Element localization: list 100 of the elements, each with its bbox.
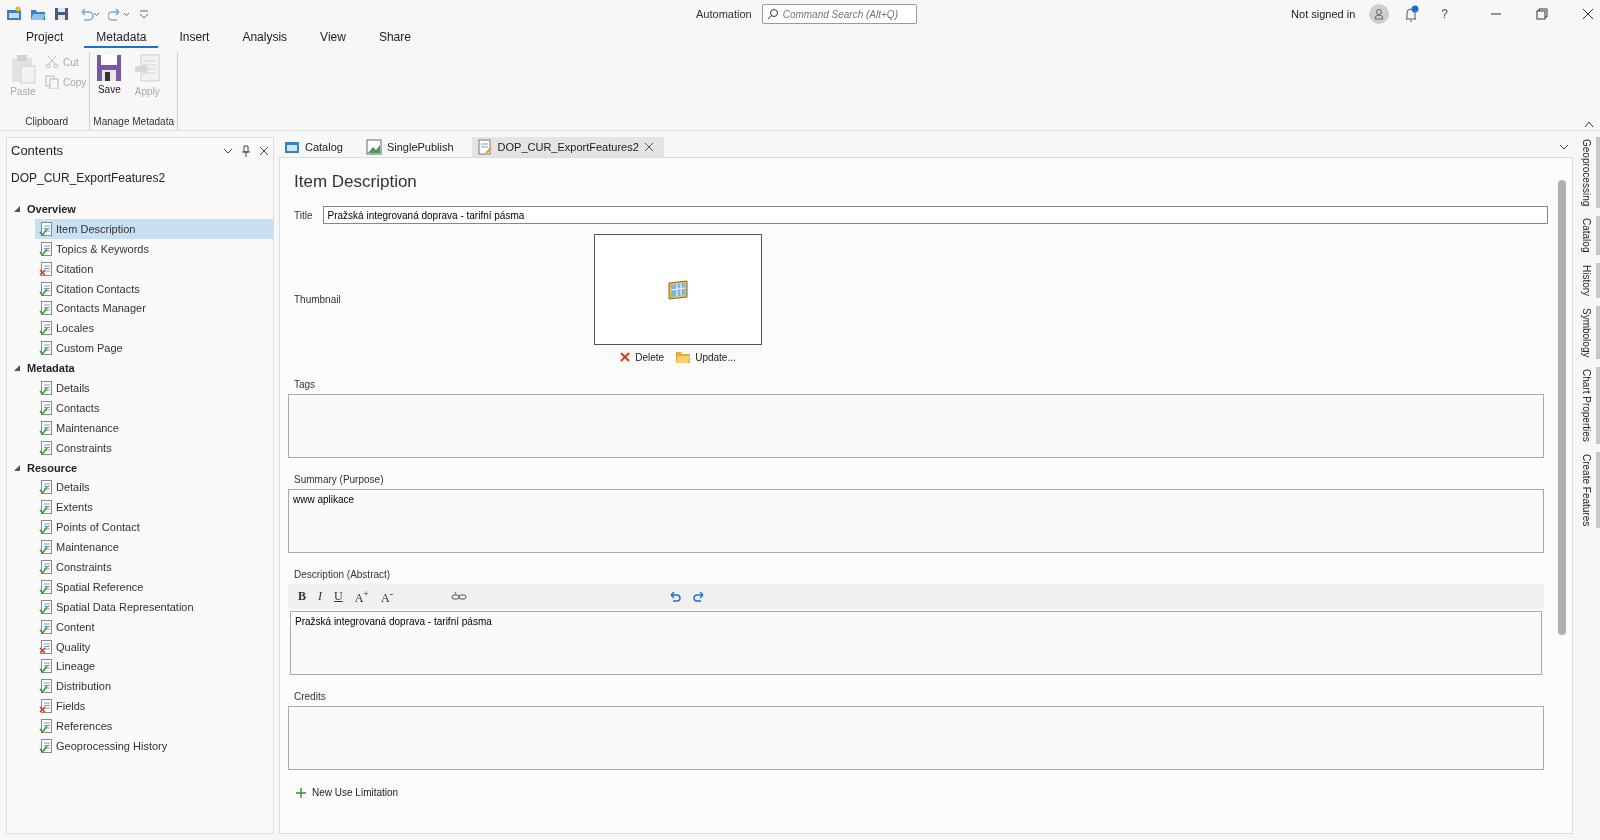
catalog-icon <box>284 139 300 155</box>
help-button[interactable]: ? <box>1433 7 1456 21</box>
tree-section[interactable]: Metadata <box>7 358 273 378</box>
document-check-icon <box>39 400 53 415</box>
copy-icon <box>45 75 59 89</box>
delete-x-icon <box>620 352 631 362</box>
redo-icon[interactable] <box>692 590 706 603</box>
ribbon-group-label: Manage Metadata <box>93 116 174 129</box>
title-field[interactable]: Pražská integrovaná doprava - tarifní pásma <box>322 206 1548 224</box>
search-icon <box>766 8 779 20</box>
tree-item[interactable]: Geoprocessing History <box>35 736 273 756</box>
tree-item[interactable]: Locales <box>35 318 273 339</box>
tree-item[interactable]: Details <box>35 378 273 398</box>
page-heading: Item Description <box>293 171 418 193</box>
text-area[interactable]: www aplikace <box>288 489 1544 553</box>
side-tab[interactable]: Create Features <box>1578 452 1600 529</box>
document-tab[interactable]: DOP_CUR_ExportFeatures2 <box>471 137 664 157</box>
tree-item[interactable]: Citation <box>35 258 273 279</box>
side-tab[interactable]: Catalog <box>1578 216 1600 255</box>
document-check-icon <box>39 440 53 455</box>
tree-item[interactable]: Item Description <box>35 218 273 239</box>
field-label: Credits <box>293 690 327 704</box>
document-check-icon <box>39 579 53 594</box>
collapse-ribbon-icon[interactable] <box>1584 120 1594 128</box>
side-tab[interactable]: Geoprocessing <box>1578 137 1600 209</box>
tree-item[interactable]: Constraints <box>35 437 273 458</box>
tree-item[interactable]: Topics & Keywords <box>35 238 273 259</box>
document-tab[interactable]: Catalog <box>279 137 353 157</box>
ribbon-tab[interactable]: Analysis <box>230 30 300 48</box>
document-check-icon <box>39 520 53 535</box>
tree-item[interactable]: Citation Contacts <box>35 278 273 299</box>
tree-item[interactable]: Quality <box>35 636 273 657</box>
text-area[interactable]: Pražská integrovaná doprava - tarifní pásma <box>290 611 1542 675</box>
document-error-icon <box>39 261 53 276</box>
document-check-icon <box>39 559 53 574</box>
avatar-icon[interactable] <box>1369 4 1390 24</box>
tree-item[interactable]: Custom Page <box>35 338 273 359</box>
ribbon-tab[interactable]: Project <box>14 30 76 48</box>
sign-in-status[interactable]: Not signed in <box>1291 8 1356 20</box>
close-icon[interactable] <box>259 145 269 156</box>
ribbon-tab[interactable]: View <box>308 30 358 48</box>
document-check-icon <box>39 380 53 395</box>
tree-item[interactable]: Lineage <box>35 656 273 677</box>
close-icon[interactable] <box>1582 8 1594 20</box>
ribbon-tab[interactable]: Share <box>366 30 423 48</box>
tree-item[interactable]: Content <box>35 616 273 637</box>
ribbon-tab[interactable]: Metadata <box>84 30 159 48</box>
tab-list-caret-icon[interactable] <box>1559 142 1569 152</box>
tree-section[interactable]: Overview <box>7 199 273 219</box>
redo-icon[interactable] <box>108 6 130 22</box>
restore-icon[interactable] <box>1536 8 1548 20</box>
document-check-icon <box>39 420 53 435</box>
document-check-icon <box>39 480 53 495</box>
ribbon-tab[interactable]: Insert <box>167 30 222 48</box>
tree-item[interactable]: Spatial Data Representation <box>35 596 273 617</box>
format-button[interactable]: U <box>334 589 343 604</box>
tree-item[interactable]: Fields <box>35 696 273 717</box>
update-button[interactable]: Update... <box>676 351 736 363</box>
text-area[interactable] <box>288 706 1544 770</box>
delete-button[interactable]: Delete <box>620 351 665 363</box>
tree-item[interactable]: Details <box>35 477 273 498</box>
document-check-icon <box>39 599 53 614</box>
save-icon[interactable] <box>54 6 70 22</box>
expanded-triangle-icon <box>13 364 21 373</box>
tree-item[interactable]: Points of Contact <box>35 517 273 538</box>
format-button[interactable]: I <box>318 589 322 604</box>
side-tab[interactable]: Chart Properties <box>1578 367 1600 445</box>
tree-section[interactable]: Resource <box>7 457 273 478</box>
tree-item[interactable]: Contacts <box>35 397 273 418</box>
item-name: DOP_CUR_ExportFeatures2 <box>10 170 167 187</box>
document-tab[interactable]: SinglePublish <box>360 137 464 157</box>
document-check-icon <box>39 281 53 296</box>
format-button[interactable]: A$^{-}$ <box>381 587 393 606</box>
tree-item[interactable]: Constraints <box>35 557 273 577</box>
tree-item[interactable]: Spatial Reference <box>35 576 273 597</box>
close-icon[interactable] <box>643 142 654 152</box>
map-icon <box>365 139 382 155</box>
undo-icon[interactable] <box>78 6 100 22</box>
tree-item[interactable]: Contacts Manager <box>35 298 273 319</box>
link-icon[interactable] <box>451 590 467 603</box>
pin-icon[interactable] <box>241 144 251 157</box>
command-search-field[interactable]: Command Search (Alt+Q) <box>761 4 917 24</box>
undo-icon[interactable] <box>668 590 682 603</box>
text-area[interactable] <box>288 394 1544 458</box>
tree-item[interactable]: Maintenance <box>35 537 273 558</box>
format-button[interactable]: B <box>298 589 306 604</box>
tree-item[interactable]: References <box>35 716 273 737</box>
new-use-limitation-button[interactable]: New Use Limitation <box>288 770 1544 815</box>
side-tab[interactable]: History <box>1578 262 1600 298</box>
save-button[interactable]: Save <box>93 52 126 116</box>
format-button[interactable]: A$^{+}$ <box>354 587 369 606</box>
side-tab[interactable]: Symbology <box>1578 305 1600 360</box>
tree-item[interactable]: Distribution <box>35 676 273 697</box>
tree-item[interactable]: Extents <box>35 497 273 518</box>
automation-label[interactable]: Automation <box>696 8 752 20</box>
notification-bell-icon[interactable] <box>1403 5 1420 23</box>
new-project-icon[interactable] <box>6 6 22 22</box>
folder-icon <box>676 351 691 363</box>
expanded-triangle-icon <box>13 204 21 213</box>
tree-item[interactable]: Maintenance <box>35 417 273 438</box>
